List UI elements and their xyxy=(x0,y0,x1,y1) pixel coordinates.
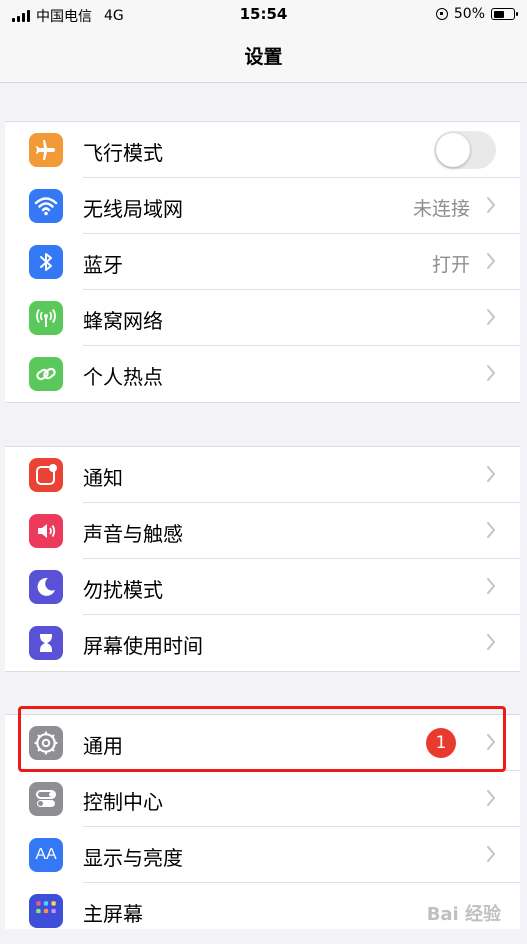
settings-row-label: 显示与亮度 xyxy=(83,846,183,870)
airplane-icon xyxy=(29,133,63,167)
chevron-right-icon xyxy=(487,253,496,269)
settings-row-dnd[interactable]: 勿扰模式 xyxy=(5,559,520,615)
battery-icon xyxy=(491,8,518,20)
settings-row-label: 蜂窝网络 xyxy=(83,309,163,333)
chevron-right-icon xyxy=(487,309,496,325)
settings-row-hotspot[interactable]: 个人热点 xyxy=(5,346,520,402)
settings-group-connectivity: 飞行模式 无线局域网 未连接 蓝牙 打开 蜂窝网络 个人热点 xyxy=(5,121,520,403)
settings-row-label: 屏幕使用时间 xyxy=(83,634,203,658)
cellular-icon xyxy=(29,301,63,335)
notification-icon xyxy=(29,458,63,492)
highlight-box xyxy=(18,706,506,772)
wifi-icon xyxy=(29,189,63,223)
settings-row-wifi[interactable]: 无线局域网 未连接 xyxy=(5,178,520,234)
watermark: Bai 经验 xyxy=(426,904,501,925)
settings-row-label: 飞行模式 xyxy=(83,141,163,165)
hourglass-icon xyxy=(29,626,63,660)
status-right: 50% xyxy=(435,6,518,22)
settings-row-display[interactable]: AA 显示与亮度 xyxy=(5,827,520,883)
wifi-status-value: 未连接 xyxy=(412,198,470,220)
switches-icon xyxy=(29,782,63,816)
grid-icon xyxy=(29,894,63,928)
settings-row-notifications[interactable]: 通知 xyxy=(5,447,520,503)
settings-row-bluetooth[interactable]: 蓝牙 打开 xyxy=(5,234,520,290)
settings-row-screentime[interactable]: 屏幕使用时间 xyxy=(5,615,520,671)
settings-row-label: 控制中心 xyxy=(83,790,163,814)
chevron-right-icon xyxy=(487,578,496,594)
chevron-right-icon xyxy=(487,522,496,538)
bluetooth-icon xyxy=(29,245,63,279)
hotspot-icon xyxy=(29,357,63,391)
airplane-mode-toggle[interactable] xyxy=(434,131,496,169)
settings-row-label: 个人热点 xyxy=(83,365,163,389)
speaker-icon xyxy=(29,514,63,548)
settings-row-cellular[interactable]: 蜂窝网络 xyxy=(5,290,520,346)
battery-percent: 50% xyxy=(453,6,485,22)
settings-row-control-center[interactable]: 控制中心 xyxy=(5,771,520,827)
bluetooth-status-value: 打开 xyxy=(431,254,470,276)
page-title: 设置 xyxy=(244,46,283,68)
navigation-bar: 设置 xyxy=(0,30,527,83)
settings-row-label: 通知 xyxy=(83,466,123,490)
chevron-right-icon xyxy=(487,634,496,650)
chevron-right-icon xyxy=(487,197,496,213)
settings-row-label: 声音与触感 xyxy=(83,522,183,546)
settings-row-label: 主屏幕 xyxy=(83,902,143,926)
text-size-icon: AA xyxy=(29,838,63,872)
settings-row-sounds[interactable]: 声音与触感 xyxy=(5,503,520,559)
settings-row-airplane[interactable]: 飞行模式 xyxy=(5,122,520,178)
orientation-lock-icon xyxy=(435,8,448,20)
chevron-right-icon xyxy=(487,365,496,381)
settings-row-label: 蓝牙 xyxy=(83,253,123,277)
status-bar: 中国电信 4G 15:54 50% xyxy=(0,0,527,30)
settings-row-label: 勿扰模式 xyxy=(83,578,163,602)
chevron-right-icon xyxy=(487,846,496,862)
chevron-right-icon xyxy=(487,790,496,806)
chevron-right-icon xyxy=(487,466,496,482)
settings-group-notifications: 通知 声音与触感 勿扰模式 屏幕使用时间 xyxy=(5,446,520,672)
moon-icon xyxy=(29,570,63,604)
settings-row-label: 无线局域网 xyxy=(83,197,183,221)
